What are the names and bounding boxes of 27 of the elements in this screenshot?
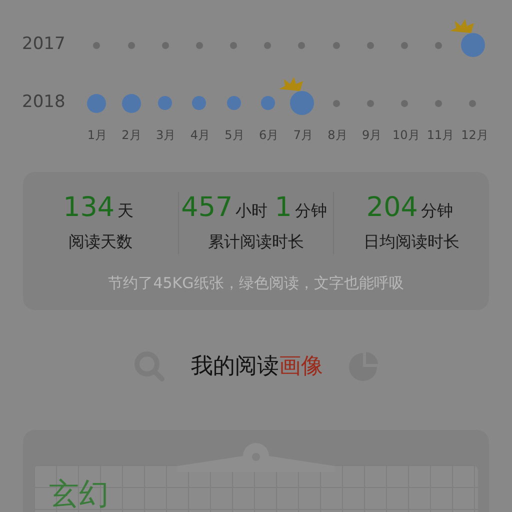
month-label: 11月 bbox=[426, 127, 456, 144]
month-label: 10月 bbox=[392, 127, 421, 144]
month-label: 8月 bbox=[326, 127, 348, 144]
stat-value: 457 bbox=[181, 192, 233, 224]
month-label: 12月 bbox=[460, 127, 490, 144]
year-label: 2017 bbox=[22, 33, 66, 56]
stat-label: 累计阅读时长 bbox=[208, 231, 304, 253]
section-title: 我的阅读画像 bbox=[191, 353, 323, 381]
stat-label: 阅读天数 bbox=[68, 231, 132, 253]
stat-unit: 小时 bbox=[236, 200, 268, 222]
month-label: 3月 bbox=[155, 127, 177, 144]
month-label: 1月 bbox=[86, 127, 108, 144]
stat-value: 204 bbox=[366, 192, 418, 224]
stat-value: 1 bbox=[274, 192, 292, 224]
stat-unit: 分钟 bbox=[294, 200, 327, 222]
month-label: 5月 bbox=[224, 127, 246, 144]
stat-unit: 天 bbox=[118, 200, 134, 222]
month-label: 2月 bbox=[120, 127, 142, 144]
month-label: 7月 bbox=[292, 127, 314, 144]
stat-unit: 分钟 bbox=[420, 200, 453, 222]
year-label: 2018 bbox=[22, 91, 66, 114]
month-label: 6月 bbox=[258, 127, 280, 144]
month-label: 9月 bbox=[361, 127, 383, 144]
month-label: 4月 bbox=[189, 127, 211, 144]
genre-title: 玄幻 bbox=[49, 478, 109, 512]
stat-value: 134 bbox=[63, 192, 115, 224]
stat-label: 日均阅读时长 bbox=[364, 231, 460, 253]
